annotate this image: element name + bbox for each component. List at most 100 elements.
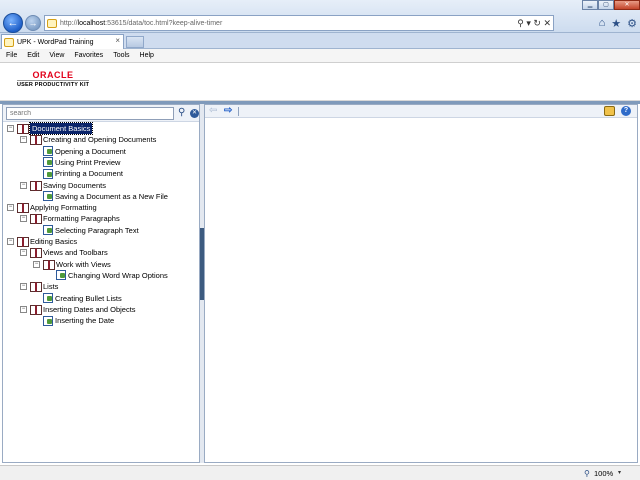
toc-book-node[interactable]: − Editing Basics [7, 236, 77, 247]
zoom-level[interactable]: 100% [594, 469, 613, 478]
toc-node-label[interactable]: Formatting Paragraphs [43, 213, 120, 224]
content-toolbar: ⇦ ⇨ ? [205, 105, 637, 118]
page-favicon-icon [47, 18, 57, 28]
topic-document-icon [43, 293, 53, 303]
toc-node-label[interactable]: Applying Formatting [30, 202, 97, 213]
toc-node-label[interactable]: Saving a Document as a New File [55, 191, 168, 202]
toolbar-separator [238, 107, 239, 116]
toc-topic-node[interactable]: Saving a Document as a New File [33, 191, 168, 202]
collapse-toggle-icon[interactable]: − [20, 305, 27, 313]
url-scheme: http:// [60, 19, 78, 27]
home-icon[interactable]: ⌂ [599, 17, 606, 30]
toc-node-label[interactable]: Using Print Preview [55, 157, 120, 168]
clear-search-icon[interactable]: ✕ [190, 109, 199, 118]
toc-node-label[interactable]: Inserting Dates and Objects [43, 304, 136, 315]
previous-topic-icon[interactable]: ⇦ [209, 106, 217, 116]
search-icon[interactable]: ⚲ [178, 108, 188, 118]
toc-topic-node[interactable]: Selecting Paragraph Text [33, 225, 139, 236]
menu-file[interactable]: File [6, 52, 17, 59]
book-icon [30, 214, 42, 225]
menu-tools[interactable]: Tools [113, 52, 129, 59]
collapse-toggle-icon[interactable]: − [7, 204, 14, 212]
collapse-toggle-icon[interactable]: − [7, 125, 14, 132]
collapse-toggle-icon[interactable]: − [20, 181, 27, 189]
tab-close-icon[interactable]: × [115, 36, 120, 45]
toc-node-label[interactable]: Creating and Opening Documents [43, 134, 156, 145]
collapse-toggle-icon[interactable]: − [20, 215, 27, 223]
forward-arrow-icon: → [28, 18, 38, 28]
toc-book-node[interactable]: − Creating and Opening Documents [20, 134, 156, 146]
zoom-icon[interactable]: ⚲ [584, 469, 590, 478]
book-icon [30, 248, 42, 259]
book-icon [17, 203, 29, 214]
back-arrow-icon: ← [7, 17, 19, 29]
toc-book-node[interactable]: − Document Basics [7, 122, 94, 135]
window-close-button[interactable]: ✕ [614, 0, 640, 10]
back-button[interactable]: ← [3, 13, 23, 33]
zoom-dropdown-icon[interactable]: ▾ [618, 469, 621, 476]
tab-upk-wordpad[interactable]: UPK - WordPad Training × [1, 34, 124, 49]
toc-node-label[interactable]: Lists [43, 281, 58, 292]
kit-tools-icon[interactable] [604, 106, 615, 116]
menu-edit[interactable]: Edit [27, 52, 39, 59]
help-icon[interactable]: ? [621, 106, 631, 116]
favorites-star-icon[interactable]: ★ [611, 17, 621, 30]
book-icon [17, 124, 29, 134]
toc-topic-node[interactable]: Using Print Preview [33, 157, 120, 168]
tab-favicon-icon [4, 37, 14, 47]
toc-node-label[interactable]: Selecting Paragraph Text [55, 225, 139, 236]
topic-document-icon [43, 191, 53, 202]
toc-node-label[interactable]: Editing Basics [30, 236, 77, 247]
content-pane: ⇦ ⇨ ? [204, 104, 638, 463]
next-topic-icon[interactable]: ⇨ [224, 106, 232, 116]
book-icon [30, 180, 42, 191]
logo-divider [17, 80, 89, 81]
minimize-button[interactable]: ▁ [582, 0, 598, 10]
toc-book-node[interactable]: − Formatting Paragraphs [20, 213, 120, 225]
maximize-button[interactable]: ▢ [598, 0, 614, 10]
forward-button[interactable]: → [25, 15, 41, 31]
collapse-toggle-icon[interactable]: − [20, 283, 27, 291]
collapse-toggle-icon[interactable]: − [7, 238, 14, 245]
browser-tool-icons: ⌂ ★ ⚙ [599, 17, 637, 30]
book-icon [43, 259, 55, 270]
tab-title: UPK - WordPad Training [17, 38, 94, 46]
toc-book-node[interactable]: − Views and Toolbars [20, 247, 108, 259]
toc-node-label[interactable]: Opening a Document [55, 146, 126, 157]
toc-book-node[interactable]: − Inserting Dates and Objects [20, 304, 136, 315]
toc-node-label[interactable]: Creating Bullet Lists [55, 293, 122, 304]
toc-topic-node[interactable]: Printing a Document [33, 168, 123, 179]
book-icon [30, 135, 42, 146]
collapse-toggle-icon[interactable]: − [33, 260, 40, 268]
topic-document-icon [43, 168, 53, 179]
toc-topic-node[interactable]: Creating Bullet Lists [33, 293, 122, 304]
toc-book-node[interactable]: − Lists [20, 281, 58, 293]
toc-topic-node[interactable]: Inserting the Date [33, 315, 114, 326]
toc-book-node[interactable]: − Saving Documents [20, 180, 106, 191]
toc-pane: ⚲ ✕ −Document Basics−Creating and Openin… [2, 104, 200, 463]
menu-view[interactable]: View [49, 52, 64, 59]
toc-node-label[interactable]: Inserting the Date [55, 315, 114, 326]
menu-help[interactable]: Help [140, 52, 154, 59]
toc-book-node[interactable]: − Work with Views [33, 259, 111, 270]
address-url[interactable]: http://localhost:53615/data/toc.html?kee… [60, 20, 222, 27]
address-actions[interactable]: ⚲ ▾ ↻ ✕ [517, 16, 551, 30]
toc-book-node[interactable]: − Applying Formatting [7, 202, 97, 214]
address-bar[interactable]: http://localhost:53615/data/toc.html?kee… [44, 15, 554, 31]
toc-node-label[interactable]: Printing a Document [55, 168, 123, 179]
settings-gear-icon[interactable]: ⚙ [627, 17, 637, 30]
collapse-toggle-icon[interactable]: − [20, 136, 27, 144]
menu-favorites[interactable]: Favorites [74, 52, 103, 59]
collapse-toggle-icon[interactable]: − [20, 249, 27, 257]
toc-node-label[interactable]: Views and Toolbars [43, 247, 108, 258]
toc-node-label[interactable]: Document Basics [28, 122, 94, 135]
toc-topic-node[interactable]: Opening a Document [33, 146, 126, 157]
search-input[interactable] [6, 107, 174, 120]
toc-node-label[interactable]: Work with Views [56, 259, 111, 270]
toc-node-label[interactable]: Saving Documents [43, 180, 106, 191]
toc-node-label[interactable]: Changing Word Wrap Options [68, 270, 168, 281]
url-path: :53615/data/toc.html?keep-alive-timer [105, 19, 223, 27]
window-controls: ▁ ▢ ✕ [582, 0, 640, 10]
toc-topic-node[interactable]: Changing Word Wrap Options [46, 270, 168, 281]
new-tab-button[interactable] [126, 36, 144, 48]
